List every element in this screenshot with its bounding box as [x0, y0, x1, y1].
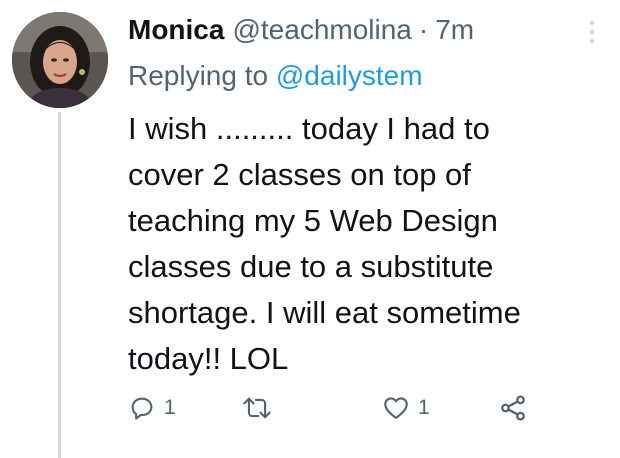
- retweet-icon: [243, 397, 271, 419]
- thread-line: [58, 112, 61, 458]
- retweet-button[interactable]: [242, 388, 280, 428]
- tweet-header: Monica @teachmolina · 7m: [128, 10, 474, 50]
- reply-icon: [131, 397, 153, 420]
- tweet-line: teaching my 5 Web Design: [128, 203, 498, 238]
- tweet-line: today!! LOL: [128, 341, 289, 376]
- like-button[interactable]: 1: [382, 388, 430, 428]
- tweet-line: shortage. I will eat sometime: [128, 295, 521, 330]
- mention-link[interactable]: @dailystem: [276, 60, 423, 91]
- share-button[interactable]: [498, 388, 528, 428]
- tweet-line: I wish ......... today I had to: [128, 111, 490, 146]
- timestamp[interactable]: 7m: [435, 10, 474, 50]
- like-count: 1: [418, 396, 430, 419]
- tweet-line: classes due to a substitute: [128, 249, 494, 284]
- replying-to: Replying to @dailystem: [128, 56, 423, 96]
- tweet-text: I wish ......... today I had to cover 2 …: [128, 106, 608, 382]
- heart-icon: [384, 397, 408, 419]
- avatar[interactable]: [12, 12, 108, 108]
- user-handle[interactable]: @teachmolina: [232, 10, 411, 50]
- separator-dot: ·: [418, 14, 429, 45]
- reply-count: 1: [164, 396, 176, 419]
- display-name[interactable]: Monica: [128, 10, 224, 50]
- more-options-button[interactable]: [574, 14, 610, 50]
- more-icon: [589, 20, 595, 44]
- share-icon: [501, 395, 525, 421]
- tweet-line: cover 2 classes on top of: [128, 157, 471, 192]
- profile-photo: [12, 12, 108, 108]
- replying-to-label: Replying to: [128, 60, 269, 91]
- reply-button[interactable]: 1: [128, 388, 176, 428]
